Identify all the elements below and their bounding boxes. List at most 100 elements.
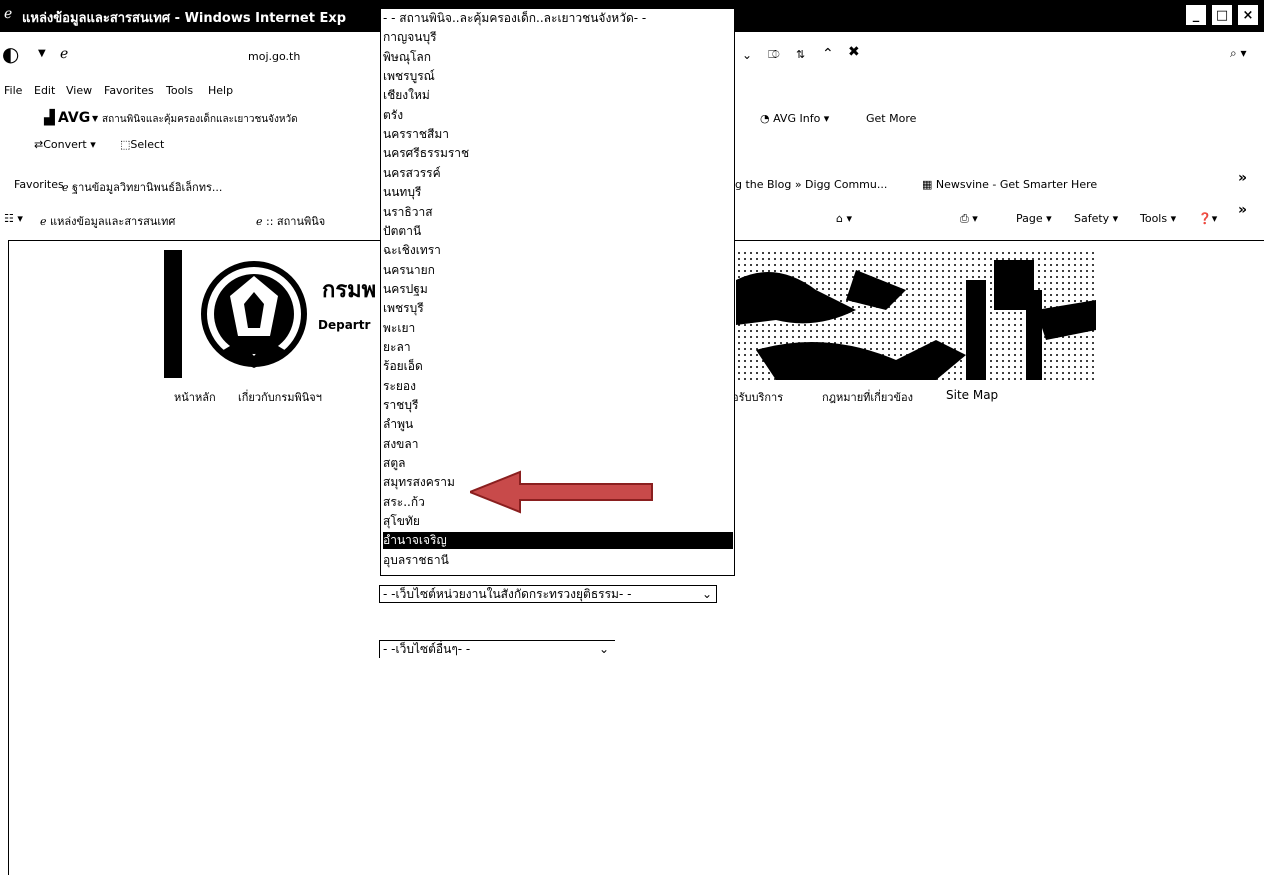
safety-menu[interactable]: Safety ▾	[1074, 212, 1118, 225]
ie-logo-icon: ℯ	[4, 6, 13, 22]
maximize-button[interactable]: □	[1212, 5, 1232, 25]
province-option[interactable]: นครนายก	[383, 262, 733, 279]
favorites-chevron[interactable]: »	[1238, 170, 1247, 186]
quick-tabs-button[interactable]: ☷ ▾	[4, 212, 23, 225]
dropdown-header-option[interactable]: - - สถานพินิจ..ละคุ้มครองเด็ก..ละเยาวชนจ…	[383, 10, 733, 27]
page-icon: ℯ	[62, 181, 73, 194]
avg-info-label: AVG Info	[773, 112, 821, 125]
chevron-up-icon[interactable]: ⌃	[822, 46, 834, 62]
page-icon: ℯ	[60, 46, 69, 62]
nav-laws[interactable]: กฎหมายที่เกี่ยวข้อง	[822, 388, 913, 406]
province-option[interactable]: นครศรีธรรมราช	[383, 145, 733, 162]
favorites-link-1[interactable]: ℯ ฐานข้อมูลวิทยานิพนธ์อิเล็กทร...	[62, 178, 222, 196]
header-banner-image	[736, 250, 1096, 380]
other-websites-select[interactable]: - -เว็บไซต์อื่นๆ- - ⌄	[379, 640, 615, 658]
province-option[interactable]: นครราชสีมา	[383, 126, 733, 143]
other-websites-select-value: - -เว็บไซต์อื่นๆ- -	[383, 642, 471, 656]
menu-help[interactable]: Help	[208, 84, 233, 97]
province-option[interactable]: ฉะเชิงเทรา	[383, 242, 733, 259]
red-arrow-annotation	[470, 470, 653, 514]
province-option[interactable]: กาญจนบุรี	[383, 29, 733, 46]
tab-1-label: แหล่งข้อมูลและสารสนเทศ	[50, 215, 176, 228]
back-button[interactable]: ◐	[2, 42, 19, 66]
favorites-link-3-label: Newsvine - Get Smarter Here	[935, 178, 1098, 191]
nav-home[interactable]: หน้าหลัก	[174, 388, 216, 406]
help-button[interactable]: ❓▾	[1198, 212, 1217, 225]
select-button[interactable]: ⬚Select	[120, 138, 164, 151]
favorites-link-1-label: ฐานข้อมูลวิทยานิพนธ์อิเล็กทร...	[72, 181, 223, 194]
convert-button[interactable]: ⇄Convert ▾	[34, 138, 96, 151]
menu-tools[interactable]: Tools	[166, 84, 193, 97]
province-option[interactable]: เพชรบูรณ์	[383, 68, 733, 85]
select-icon: ⬚	[120, 138, 131, 151]
window-title: แหล่งข้อมูลและสารสนเทศ - Windows Interne…	[22, 11, 347, 26]
province-option[interactable]: พิษณุโลก	[383, 49, 733, 66]
print-button[interactable]: ⎙ ▾	[960, 212, 978, 226]
province-option[interactable]: ตรัง	[383, 107, 733, 124]
search-options-icon[interactable]: ⌕ ▾	[1230, 46, 1247, 61]
department-seal-icon	[201, 261, 307, 368]
province-option[interactable]: อำนาจเจริญ	[383, 532, 733, 550]
menu-file[interactable]: File	[4, 84, 22, 97]
page-icon: ℯ	[256, 215, 267, 228]
get-more-button[interactable]: Get More	[866, 112, 916, 125]
site-header-subtitle: Departr	[318, 318, 371, 332]
favorites-link-2[interactable]: gg the Blog » Digg Commu...	[728, 178, 887, 191]
avg-dropdown-icon[interactable]: ▼	[92, 114, 98, 123]
avg-brand[interactable]: AVG	[58, 110, 90, 126]
safety-menu-label: Safety	[1074, 212, 1110, 225]
site-header-title: กรมพ	[322, 278, 377, 303]
province-option[interactable]: ร้อยเอ็ด	[383, 358, 733, 375]
avg-info-button[interactable]: ◔ AVG Info ▾	[760, 112, 829, 125]
province-option[interactable]: อุบลราชธานี	[383, 552, 733, 569]
command-bar-chevron[interactable]: »	[1238, 202, 1247, 218]
minimize-button[interactable]: _	[1186, 5, 1206, 25]
favorites-link-3[interactable]: ▦ Newsvine - Get Smarter Here	[922, 178, 1097, 191]
stop-icon[interactable]: ✖	[848, 44, 860, 60]
ministry-websites-select[interactable]: - -เว็บไซต์หน่วยงานในสังกัดกระทรวงยุติธร…	[379, 585, 717, 603]
province-option[interactable]: เพชรบุรี	[383, 300, 733, 317]
tools-menu-label: Tools	[1140, 212, 1168, 225]
page-icon: ℯ	[40, 215, 51, 228]
chevron-down-icon: ⌄	[701, 587, 712, 601]
tab-1[interactable]: ℯ แหล่งข้อมูลและสารสนเทศ	[40, 212, 175, 230]
province-option[interactable]: ระยอง	[383, 378, 733, 395]
menu-favorites[interactable]: Favorites	[104, 84, 154, 97]
address-field[interactable]: moj.go.th	[248, 50, 300, 63]
nav-services[interactable]: อรับบริการ	[732, 388, 783, 406]
nav-about[interactable]: เกี่ยวกับกรมพินิจฯ	[238, 388, 322, 406]
select-label: Select	[130, 138, 165, 151]
page-menu[interactable]: Page ▾	[1016, 212, 1052, 225]
close-button[interactable]: ×	[1238, 5, 1258, 25]
avg-search-field[interactable]: สถานพินิจและคุ้มครองเด็กและเยาวชนจังหวัด	[102, 112, 298, 127]
province-option[interactable]: เชียงใหม่	[383, 87, 733, 104]
province-option[interactable]: ปัตตานี	[383, 223, 733, 240]
province-option[interactable]: นนทบุรี	[383, 184, 733, 201]
address-dropdown-icon[interactable]: ⌄	[742, 48, 752, 62]
province-option[interactable]: ลำพูน	[383, 416, 733, 433]
avg-logo-icon: ▟	[44, 110, 55, 126]
chevron-down-icon: ⌄	[598, 642, 609, 656]
province-option[interactable]: นครสวรรค์	[383, 165, 733, 182]
home-button[interactable]: ⌂ ▾	[836, 212, 852, 225]
tools-menu[interactable]: Tools ▾	[1140, 212, 1176, 225]
nav-site-map[interactable]: Site Map	[946, 388, 998, 402]
header-black-bar	[164, 250, 182, 378]
province-option[interactable]: ยะลา	[383, 339, 733, 356]
convert-icon: ⇄	[34, 138, 44, 151]
compat-view-icon[interactable]: ⎄	[768, 48, 780, 62]
province-option[interactable]: ราชบุรี	[383, 397, 733, 414]
menu-edit[interactable]: Edit	[34, 84, 55, 97]
newsvine-icon: ▦	[922, 178, 936, 191]
province-option[interactable]: นราธิวาส	[383, 204, 733, 221]
favorites-button[interactable]: Favorites	[14, 178, 64, 191]
dropdown-arrow-icon[interactable]: ▼	[38, 48, 46, 59]
menu-view[interactable]: View	[66, 84, 92, 97]
tab-2[interactable]: ℯ :: สถานพินิจ	[256, 212, 325, 230]
avg-info-icon: ◔	[760, 112, 774, 125]
province-option[interactable]: สงขลา	[383, 436, 733, 453]
province-option[interactable]: นครปฐม	[383, 281, 733, 298]
refresh-icon[interactable]: ⇅	[796, 48, 805, 61]
page-menu-label: Page	[1016, 212, 1043, 225]
province-option[interactable]: พะเยา	[383, 320, 733, 337]
